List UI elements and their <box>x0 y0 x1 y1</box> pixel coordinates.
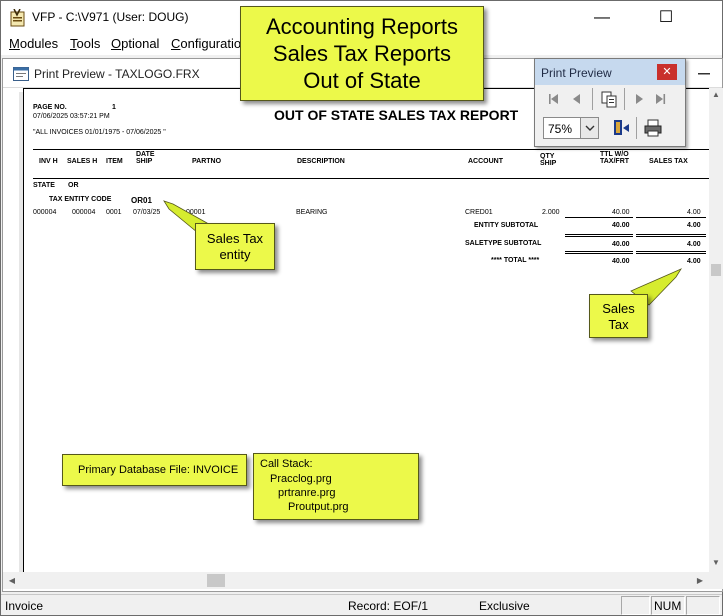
next-page-icon[interactable] <box>629 89 649 109</box>
previous-page-icon[interactable] <box>567 89 587 109</box>
entity-subtotal-label: ENTITY SUBTOTAL <box>474 222 539 229</box>
menu-configuration[interactable]: Configuration <box>171 36 248 51</box>
menu-modules[interactable]: Modules <box>9 36 58 51</box>
grand-total: 40.00 <box>612 258 630 265</box>
vfp-main-window: VFP - C:\V971 (User: DOUG) — ☐ Modules T… <box>0 0 723 616</box>
maximize-icon: ☐ <box>658 9 674 26</box>
col-qty-1: QTY <box>540 153 555 160</box>
toolbar-title-bar: Print Preview ✕ <box>535 59 685 85</box>
entity-value: OR01 <box>131 196 152 205</box>
row-account: CRED01 <box>465 209 493 216</box>
col-date-2: SHIP <box>136 158 153 165</box>
toolbar-close-button[interactable]: ✕ <box>657 64 677 80</box>
saletype-subtotal-label: SALETYPE SUBTOTAL <box>465 240 542 247</box>
printer-icon[interactable] <box>643 118 663 138</box>
vfp-app-icon <box>10 9 25 27</box>
col-ttl-2: TAX/FRT <box>600 158 630 165</box>
entity-subtotal-tax: 4.00 <box>687 222 701 229</box>
first-page-icon[interactable] <box>543 89 563 109</box>
col-qty-2: SHIP <box>540 160 557 167</box>
chevron-down-icon <box>585 125 595 131</box>
state-value: OR <box>68 182 79 189</box>
print-preview-toolbar: Print Preview ✕ 75% <box>534 58 686 147</box>
scroll-left-icon[interactable]: ◀ <box>5 576 19 585</box>
call-stack-callout: Call Stack: Pracclog.prg prtranre.prg Pr… <box>253 453 419 520</box>
status-cell-num: NUM <box>651 596 685 615</box>
row-item: 0001 <box>106 209 122 216</box>
minimize-button[interactable]: — <box>579 1 625 35</box>
zoom-select[interactable]: 75% <box>543 117 599 139</box>
scroll-up-icon[interactable]: ▲ <box>709 90 723 99</box>
vertical-scrollbar[interactable]: ▲ ▼ <box>709 88 723 572</box>
col-account: ACCOUNT <box>468 158 503 165</box>
page-number: 1 <box>112 104 116 111</box>
scroll-down-icon[interactable]: ▼ <box>709 558 723 567</box>
vertical-scroll-thumb[interactable] <box>711 264 721 276</box>
entity-label: TAX ENTITY CODE <box>49 196 112 203</box>
menu-optional[interactable]: Optional <box>111 36 159 51</box>
saletype-subtotal-tax: 4.00 <box>687 241 701 248</box>
status-mode: Exclusive <box>479 599 530 613</box>
col-ttl-1: TTL W/O <box>600 151 629 158</box>
status-num: NUM <box>654 599 682 613</box>
close-icon: ✕ <box>662 66 672 78</box>
status-cell-ins <box>686 596 720 615</box>
child-minimize-icon[interactable] <box>692 61 716 83</box>
primary-db-callout: Primary Database File: INVOICE <box>62 454 247 486</box>
status-table: Invoice <box>5 599 44 613</box>
col-description: DESCRIPTION <box>297 158 345 165</box>
row-total: 40.00 <box>612 209 630 216</box>
zoom-value: 75% <box>548 122 573 136</box>
preview-window-icon <box>13 67 29 81</box>
col-sales-tax: SALES TAX <box>649 158 688 165</box>
sales-tax-callout: Sales Tax <box>589 294 648 338</box>
col-item: ITEM <box>106 158 123 165</box>
page-no-label: PAGE NO. <box>33 104 67 111</box>
row-partno: 00001 <box>186 209 206 216</box>
report-path-callout: Accounting Reports Sales Tax Reports Out… <box>240 6 484 101</box>
scroll-right-icon[interactable]: ▶ <box>693 576 707 585</box>
report-title: OUT OF STATE SALES TAX REPORT <box>274 107 519 123</box>
grand-total-tax: 4.00 <box>687 258 701 265</box>
zoom-dropdown-button[interactable] <box>580 118 598 138</box>
grand-total-label: **** TOTAL **** <box>491 257 540 264</box>
sales-tax-entity-callout: Sales Tax entity <box>195 223 275 270</box>
status-record: Record: EOF/1 <box>348 599 429 613</box>
col-partno: PARTNO <box>192 158 222 165</box>
saletype-subtotal: 40.00 <box>612 241 630 248</box>
col-date-1: DATE <box>136 151 155 158</box>
report-datetime: 07/06/2025 03:57:21 PM <box>33 113 110 120</box>
minimize-icon: — <box>594 9 610 26</box>
col-inv: INV H <box>39 158 58 165</box>
state-label: STATE <box>33 182 55 189</box>
row-qty: 2.000 <box>542 209 560 216</box>
col-sales: SALES H <box>67 158 98 165</box>
status-bar: Invoice Record: EOF/1 Exclusive NUM <box>1 594 722 615</box>
last-page-icon[interactable] <box>651 89 671 109</box>
go-to-page-icon[interactable] <box>599 89 619 109</box>
entity-subtotal: 40.00 <box>612 222 630 229</box>
print-preview-title: Print Preview - TAXLOGO.FRX <box>34 67 200 81</box>
menu-tools[interactable]: Tools <box>70 36 100 51</box>
report-filter: "ALL INVOICES 01/01/1975 - 07/06/2025 " <box>33 129 166 136</box>
status-cell-caps <box>621 596 650 615</box>
maximize-button[interactable]: ☐ <box>643 1 689 35</box>
row-tax: 4.00 <box>687 209 701 216</box>
row-date: 07/03/25 <box>133 209 161 216</box>
window-title: VFP - C:\V971 (User: DOUG) <box>32 10 189 24</box>
close-preview-icon[interactable] <box>611 118 631 138</box>
row-description: BEARING <box>296 209 328 216</box>
horizontal-scrollbar[interactable]: ◀ ▶ <box>3 572 709 589</box>
row-invoice: 000004 <box>33 209 57 216</box>
horizontal-scroll-thumb[interactable] <box>207 574 225 587</box>
toolbar-title: Print Preview <box>541 66 612 80</box>
row-sales: 000004 <box>72 209 96 216</box>
